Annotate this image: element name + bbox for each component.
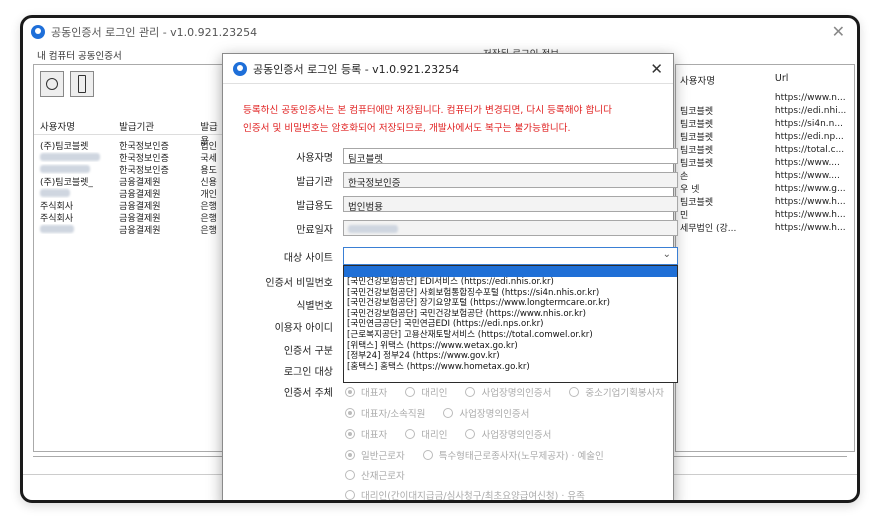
cert-type-label: 인증서 구분 [283, 346, 333, 357]
dialog-logo-icon [233, 61, 247, 76]
list-item[interactable]: 팀코블렛 https://total.c... [676, 143, 854, 157]
table-row[interactable]: 한국정보인증 국세 [34, 151, 232, 164]
notice-line-1: 등록하신 공동인증서는 본 컴퓨터에만 저장됩니다. 컴퓨터가 변경되면, 다시… [243, 105, 612, 116]
dropdown-option[interactable]: [국민건강보험공단] 국민건강보험공단 (https://www.nhis.or… [344, 309, 677, 320]
cert-owner-label: 인증서 주체 [283, 388, 333, 399]
dialog-title: 공동인증서 로그인 등록 - v1.0.921.23254 [253, 62, 460, 76]
expiry-field [343, 220, 678, 236]
site-select[interactable]: ⌄ [343, 247, 678, 265]
user-field[interactable]: 팀코블렛 [343, 148, 678, 165]
dropdown-highlight[interactable] [344, 266, 677, 277]
radio-button[interactable] [443, 408, 454, 418]
close-icon[interactable]: ✕ [832, 22, 845, 41]
saved-list-header: 사용자명 Url [676, 73, 854, 87]
table-row[interactable]: 주식회사 금융결제원 은행 [34, 199, 232, 212]
usb-cert-button[interactable] [70, 71, 94, 97]
radio-group-3: 대표자 대리인 사업장명의인증서 [345, 427, 551, 441]
dropdown-option[interactable]: [국민건강보험공단] EDI서비스 (https://edi.nhis.or.k… [344, 277, 677, 288]
id-no-label: 식별번호 [296, 301, 333, 312]
list-item[interactable]: 우 넷 https://www.g... [676, 182, 854, 196]
dropdown-option[interactable]: [국민건강보험공단] 사회보험통합징수포털 (https://si4n.nhis… [344, 288, 677, 299]
dropdown-option[interactable]: [근로복지공단] 고용산재토탈서비스 (https://total.comwel… [344, 330, 677, 341]
register-login-dialog: 공동인증서 로그인 등록 - v1.0.921.23254 ✕ 등록하신 공동인… [222, 53, 678, 500]
radio-button[interactable] [345, 429, 355, 439]
app-window: 공동인증서 로그인 관리 - v1.0.921.23254 ✕ 내 컴퓨터 공동… [20, 15, 860, 503]
list-item[interactable]: 팀코블렛 https://edi.nhi... [676, 104, 854, 118]
left-group-label: 내 컴퓨터 공동인증서 [37, 51, 122, 62]
dropdown-option[interactable]: [정부24] 정부24 (https://www.gov.kr) [344, 351, 677, 362]
usage-field: 법인범용 [343, 196, 678, 213]
col-saved-url[interactable]: Url [771, 73, 854, 87]
cert-pw-label: 인증서 비밀번호 [265, 278, 333, 289]
import-cert-button[interactable] [40, 71, 64, 97]
table-row[interactable]: 금융결제원 은행 [34, 223, 232, 236]
radio-button[interactable] [422, 450, 433, 460]
dialog-title-bar: 공동인증서 로그인 등록 - v1.0.921.23254 ✕ [223, 54, 673, 84]
expiry-label: 만료일자 [296, 225, 333, 236]
usage-label: 발급용도 [296, 201, 333, 212]
cert-rows: (주)팀코블렛 한국정보인증 법인 한국정보인증 국세 한국정보인증 용도 (주)팀코블… [34, 139, 232, 236]
list-item[interactable]: 팀코블렛 https://www.h... [676, 195, 854, 209]
radio-button[interactable] [465, 387, 476, 397]
window-title: 공동인증서 로그인 관리 - v1.0.921.23254 [51, 26, 258, 39]
chevron-down-icon[interactable]: ⌄ [663, 249, 671, 260]
cert-list-panel: 사용자명 발급기관 발급용 (주)팀코블렛 한국정보인증 법인 한국정보인증 국세 한… [33, 64, 233, 452]
radio-button[interactable] [345, 387, 355, 397]
redacted-text [40, 188, 70, 197]
dropdown-option[interactable]: [국민건강보험공단] 장기요양포털 (https://www.longtermc… [344, 298, 677, 309]
issuer-field: 한국정보인증 [343, 172, 678, 189]
table-row[interactable]: 주식회사 금융결제원 은행 [34, 211, 232, 224]
radio-button[interactable] [465, 429, 476, 439]
issuer-label: 발급기관 [296, 177, 333, 188]
dropdown-option[interactable]: [홈택스] 홈택스 (https://www.hometax.go.kr) [344, 362, 677, 373]
title-bar: 공동인증서 로그인 관리 - v1.0.921.23254 ✕ [23, 18, 857, 46]
table-row[interactable]: (주)팀코블렛 한국정보인증 법인 [34, 139, 232, 152]
col-issuer[interactable]: 발급기관 [113, 115, 194, 134]
saved-login-panel: 사용자명 Url https://www.n... 팀코블렛 https://ed… [675, 64, 855, 452]
list-item[interactable]: 팀코블렛 https://edi.np... [676, 130, 854, 144]
list-item[interactable]: 세무법인 (강... https://www.h... [676, 221, 854, 235]
app-logo-icon [31, 25, 45, 39]
notice-line-2: 인증서 및 비밀번호는 암호화되어 저장되므로, 개발사에서도 복구는 불가능합… [243, 123, 571, 134]
disk-icon [46, 78, 58, 90]
radio-button[interactable] [569, 387, 580, 397]
site-label: 대상 사이트 [283, 253, 333, 264]
login-target-label: 로그인 대상 [283, 367, 333, 378]
redacted-text [40, 152, 100, 161]
list-item[interactable]: 팀코블렛 https://www.... [676, 156, 854, 170]
radio-group-4: 일반근로자 특수형태근로종사자(노무제공자) · 예술인 [345, 448, 604, 462]
radio-group-1: 대표자 대리인 사업장명의인증서 중소기업기획봉사자 [345, 385, 664, 399]
dropdown-option[interactable]: [위택스] 위택스 (https://www.wetax.go.kr) [344, 341, 677, 352]
list-item[interactable]: 팀코블렛 https://si4n.n... [676, 117, 854, 131]
table-row[interactable]: 금융결제원 개인 [34, 187, 232, 200]
redacted-text [348, 224, 398, 233]
radio-button[interactable] [405, 429, 416, 439]
site-dropdown-list: [국민건강보험공단] EDI서비스 (https://edi.nhis.or.k… [343, 265, 678, 383]
radio-group-6: 대리인(간이대지급금/심사청구/최초요양급여신청) · 유족 [345, 488, 585, 500]
radio-button[interactable] [405, 387, 416, 397]
col-saved-user[interactable]: 사용자명 [676, 73, 771, 87]
usb-icon [78, 75, 86, 93]
radio-button[interactable] [345, 408, 355, 418]
table-row[interactable]: (주)팀코블렛_ 금융결제원 신용 [34, 175, 232, 188]
radio-group-5: 산재근로자 [345, 468, 405, 482]
radio-group-2: 대표자/소속직원 사업장명의인증서 [345, 406, 529, 420]
list-item[interactable]: 손 https://www.... [676, 169, 854, 183]
radio-button[interactable] [345, 470, 355, 480]
dialog-close-icon[interactable]: ✕ [650, 60, 663, 78]
user-label: 사용자명 [296, 153, 333, 164]
radio-button[interactable] [345, 490, 355, 500]
col-user[interactable]: 사용자명 [34, 115, 113, 134]
redacted-text [40, 224, 74, 233]
radio-button[interactable] [345, 450, 355, 460]
list-item[interactable]: https://www.n... [676, 91, 854, 104]
table-row[interactable]: 한국정보인증 용도 [34, 163, 232, 176]
saved-rows: https://www.n... 팀코블렛 https://edi.nhi... … [676, 91, 854, 235]
dropdown-option[interactable]: [국민연금공단] 국민연금EDI (https://edi.nps.or.kr) [344, 319, 677, 330]
redacted-text [40, 164, 90, 173]
user-id-label: 이용자 아이디 [274, 323, 333, 334]
list-item[interactable]: 민 https://www.h... [676, 208, 854, 222]
cert-list-header: 사용자명 발급기관 발급용 [34, 115, 232, 147]
